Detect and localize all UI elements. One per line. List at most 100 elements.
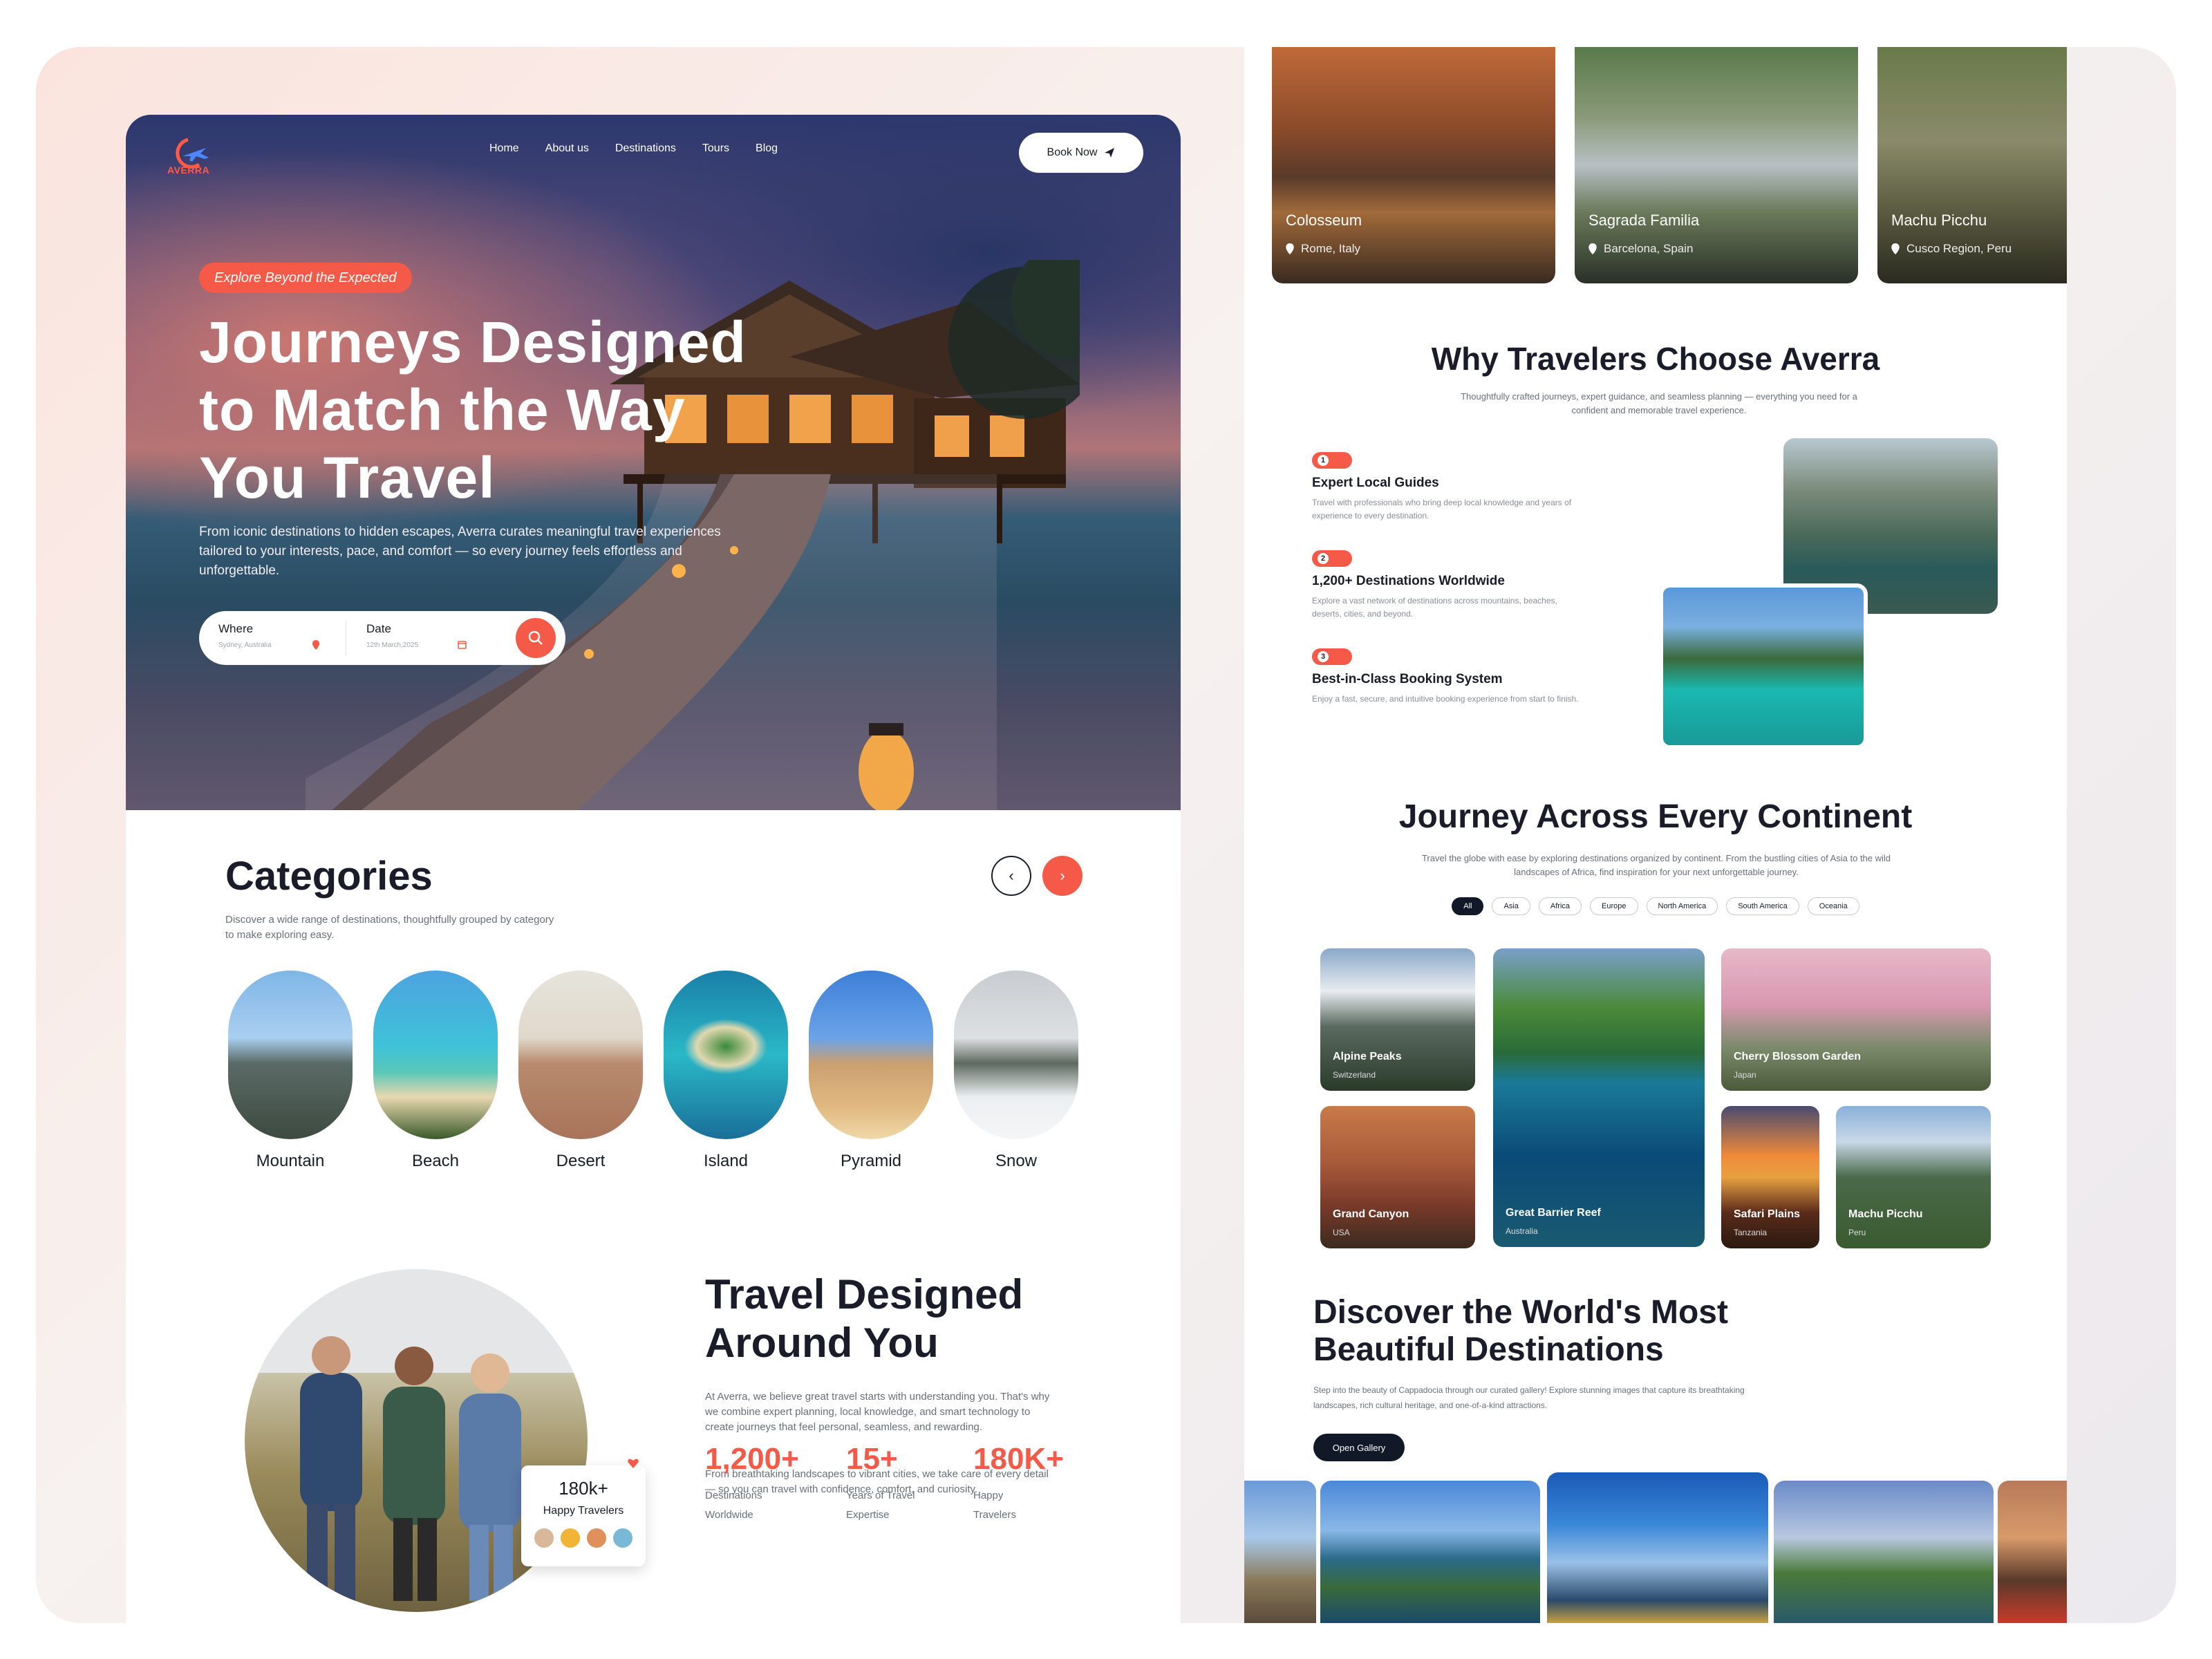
filter-south-america[interactable]: South America	[1726, 897, 1799, 915]
date-field[interactable]: Date 12th March,2025	[366, 622, 418, 649]
feature-title: Expert Local Guides	[1312, 476, 1439, 490]
category-desert[interactable]: Desert	[518, 971, 643, 1171]
snow-image	[954, 971, 1078, 1139]
card-title: Machu Picchu	[1848, 1208, 1923, 1220]
hero-title-line-3: You Travel	[199, 445, 496, 510]
feature-number-badge: 2	[1312, 550, 1352, 567]
filter-all[interactable]: All	[1452, 897, 1484, 915]
avatar	[533, 1527, 555, 1549]
travel-designed-title: Travel Designed Around You	[705, 1271, 1023, 1367]
destination-location: Barcelona, Spain	[1588, 242, 1693, 256]
destination-card-sagrada-familia[interactable]: Sagrada Familia Barcelona, Spain	[1575, 47, 1858, 283]
book-now-button[interactable]: Book Now	[1019, 133, 1143, 173]
category-pyramid[interactable]: Pyramid	[809, 971, 933, 1171]
gallery-image[interactable]	[1244, 1481, 1316, 1623]
card-title: Great Barrier Reef	[1506, 1207, 1601, 1219]
where-placeholder: Sydney, Australia	[218, 641, 272, 649]
destination-location-text: Cusco Region, Peru	[1906, 242, 2012, 255]
gallery-image[interactable]	[1774, 1481, 1994, 1623]
calendar-icon	[458, 641, 467, 649]
category-label: Mountain	[256, 1152, 325, 1170]
search-icon	[528, 630, 543, 645]
category-snow[interactable]: Snow	[954, 971, 1078, 1171]
destination-card-machu-picchu[interactable]: Machu Picchu Cusco Region, Peru	[1877, 47, 2067, 283]
categories-list: Mountain Beach Desert Island Pyramid Sno…	[228, 971, 1078, 1171]
send-icon	[1105, 148, 1115, 158]
categories-next-button[interactable]: ›	[1042, 856, 1082, 896]
destination-title: Sagrada Familia	[1588, 212, 1700, 229]
gallery-image[interactable]	[1547, 1472, 1768, 1623]
card-country: Australia	[1506, 1226, 1538, 1236]
continent-card-cherry-blossom-garden[interactable]: Cherry Blossom Garden Japan	[1721, 948, 1991, 1091]
discover-desc: Step into the beauty of Cappadocia throu…	[1313, 1385, 1745, 1410]
category-label: Snow	[995, 1152, 1038, 1170]
destination-card-colosseum[interactable]: Colosseum Rome, Italy	[1272, 47, 1555, 283]
discover-title-line-1: Discover the World's Most	[1313, 1294, 1728, 1331]
card-country: USA	[1333, 1228, 1350, 1237]
avatar	[612, 1527, 634, 1549]
card-country: Japan	[1734, 1070, 1756, 1080]
feature-desc: Explore a vast network of destinations a…	[1312, 596, 1557, 619]
stat-label: Destinations Worldwide	[705, 1490, 762, 1521]
nav-home[interactable]: Home	[489, 142, 519, 155]
filter-oceania[interactable]: Oceania	[1807, 897, 1859, 915]
where-field[interactable]: Where Sydney, Australia	[218, 622, 272, 649]
card-country: Tanzania	[1734, 1228, 1768, 1237]
hero-lead: From iconic destinations to hidden escap…	[199, 525, 721, 578]
search-button[interactable]	[516, 618, 556, 658]
desert-image	[518, 971, 643, 1139]
card-title: Alpine Peaks	[1333, 1051, 1402, 1062]
happy-label: Happy Travelers	[543, 1505, 624, 1517]
travel-designed-paragraph-1: At Averra, we believe great travel start…	[705, 1391, 1050, 1433]
why-desc: Thoughtfully crafted journeys, expert gu…	[1461, 391, 1857, 415]
stat-value: 1,200+	[705, 1442, 799, 1476]
categories-title: Categories	[225, 854, 433, 899]
book-now-label: Book Now	[1047, 147, 1098, 158]
travel-designed-title-line-1: Travel Designed	[705, 1271, 1024, 1318]
continent-card-safari-plains[interactable]: Safari Plains Tanzania	[1721, 1106, 1819, 1248]
categories-prev-button[interactable]: ‹	[991, 856, 1031, 896]
avatar	[559, 1527, 581, 1549]
destination-location: Cusco Region, Peru	[1891, 242, 2012, 256]
category-beach[interactable]: Beach	[373, 971, 498, 1171]
nav-destinations[interactable]: Destinations	[615, 142, 676, 155]
chevron-right-icon: ›	[1060, 867, 1065, 884]
location-pin-icon	[1891, 243, 1900, 254]
gallery-image[interactable]	[1320, 1481, 1540, 1623]
nav-blog[interactable]: Blog	[756, 142, 778, 155]
hero-title-line-1: Journeys Designed	[199, 310, 747, 375]
stat-label: Years of Travel Expertise	[846, 1490, 915, 1521]
nav-tours[interactable]: Tours	[702, 142, 729, 155]
continent-card-machu-picchu[interactable]: Machu Picchu Peru	[1836, 1106, 1991, 1248]
hero-title-line-2: to Match the Way	[199, 377, 686, 442]
heart-icon	[628, 1459, 639, 1468]
stat-value: 15+	[846, 1442, 898, 1476]
categories-desc: Discover a wide range of destinations, t…	[225, 914, 554, 941]
chevron-left-icon: ‹	[1009, 867, 1014, 884]
filter-asia[interactable]: Asia	[1492, 897, 1530, 915]
lagoon-boat-image	[1659, 583, 1868, 749]
happy-count: 180k+	[559, 1478, 608, 1499]
continent-card-great-barrier-reef[interactable]: Great Barrier Reef Australia	[1493, 948, 1705, 1247]
nav-about-us[interactable]: About us	[545, 142, 589, 155]
category-island[interactable]: Island	[664, 971, 788, 1171]
open-gallery-button[interactable]: Open Gallery	[1313, 1434, 1405, 1461]
card-country: Switzerland	[1333, 1070, 1376, 1080]
destination-location-text: Barcelona, Spain	[1604, 242, 1694, 255]
mountain-image	[228, 971, 353, 1139]
filter-africa[interactable]: Africa	[1538, 897, 1582, 915]
feature-number-badge: 3	[1312, 648, 1352, 665]
continent-card-alpine-peaks[interactable]: Alpine Peaks Switzerland	[1320, 948, 1475, 1091]
continent-filters: All Asia Africa Europe North America Sou…	[1244, 897, 2067, 915]
filter-north-america[interactable]: North America	[1646, 897, 1718, 915]
date-label: Date	[366, 622, 391, 635]
card-title: Grand Canyon	[1333, 1208, 1409, 1220]
gallery-image[interactable]	[1998, 1481, 2067, 1623]
feature-number: 2	[1318, 553, 1329, 564]
continent-card-grand-canyon[interactable]: Grand Canyon USA	[1320, 1106, 1475, 1248]
category-label: Desert	[556, 1152, 606, 1170]
filter-europe[interactable]: Europe	[1590, 897, 1638, 915]
brand-name: AVERRA	[167, 165, 210, 176]
landing-page-right: Colosseum Rome, Italy Sagrada Familia Ba…	[1244, 47, 2067, 1623]
category-mountain[interactable]: Mountain	[228, 971, 353, 1171]
